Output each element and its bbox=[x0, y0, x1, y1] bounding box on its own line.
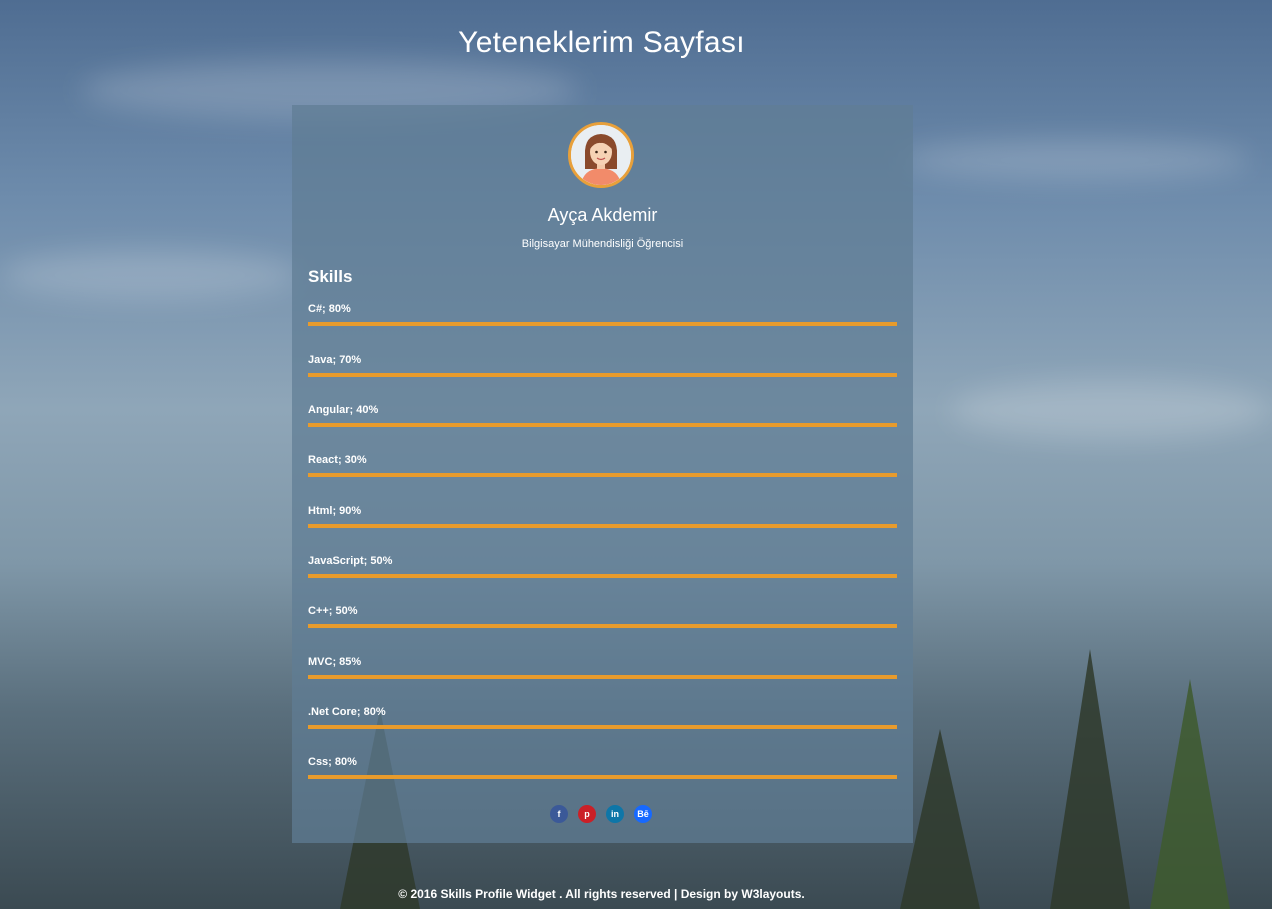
skill-label: MVC; 85% bbox=[308, 656, 362, 668]
skill-progress-bar bbox=[308, 624, 897, 628]
skill-item: Css; 80% bbox=[308, 756, 897, 786]
skill-progress-bar bbox=[308, 373, 897, 377]
skill-item: .Net Core; 80% bbox=[308, 706, 897, 736]
skill-progress-bar bbox=[308, 423, 897, 427]
facebook-icon[interactable]: f bbox=[550, 805, 568, 823]
skill-item: MVC; 85% bbox=[308, 656, 897, 686]
social-links: f p in Bē bbox=[550, 805, 656, 823]
skill-item: C#; 80% bbox=[308, 303, 897, 333]
skill-progress-bar bbox=[308, 473, 897, 477]
skill-progress-bar bbox=[308, 725, 897, 729]
woman-avatar-icon bbox=[568, 122, 634, 188]
skills-heading: Skills bbox=[308, 267, 353, 286]
profile-card: Ayça Akdemir Bilgisayar Mühendisliği Öğr… bbox=[292, 105, 913, 843]
skill-item: JavaScript; 50% bbox=[308, 555, 897, 585]
skill-item: Html; 90% bbox=[308, 505, 897, 535]
page-title: Yeteneklerim Sayfası bbox=[458, 26, 745, 59]
skill-label: React; 30% bbox=[308, 454, 367, 466]
profile-name: Ayça Akdemir bbox=[547, 205, 658, 225]
skill-label: Java; 70% bbox=[308, 354, 362, 366]
skill-label: Html; 90% bbox=[308, 505, 362, 517]
skill-label: C++; 50% bbox=[308, 605, 358, 617]
skill-label: C#; 80% bbox=[308, 303, 351, 315]
skill-label: JavaScript; 50% bbox=[308, 555, 393, 567]
skill-progress-bar bbox=[308, 322, 897, 326]
skill-progress-bar bbox=[308, 524, 897, 528]
profile-role: Bilgisayar Mühendisliği Öğrencisi bbox=[521, 238, 684, 250]
skill-label: Css; 80% bbox=[308, 756, 357, 768]
skill-progress-bar bbox=[308, 675, 897, 679]
skill-item: C++; 50% bbox=[308, 605, 897, 635]
linkedin-icon[interactable]: in bbox=[606, 805, 624, 823]
skill-label: .Net Core; 80% bbox=[308, 706, 386, 718]
skill-progress-bar bbox=[308, 574, 897, 578]
skill-item: Java; 70% bbox=[308, 354, 897, 384]
skill-label: Angular; 40% bbox=[308, 404, 379, 416]
behance-icon[interactable]: Bē bbox=[634, 805, 652, 823]
skill-item: React; 30% bbox=[308, 454, 897, 484]
skill-item: Angular; 40% bbox=[308, 404, 897, 434]
pinterest-icon[interactable]: p bbox=[578, 805, 596, 823]
skill-progress-bar bbox=[308, 775, 897, 779]
footer-text: © 2016 Skills Profile Widget . All right… bbox=[398, 887, 805, 901]
